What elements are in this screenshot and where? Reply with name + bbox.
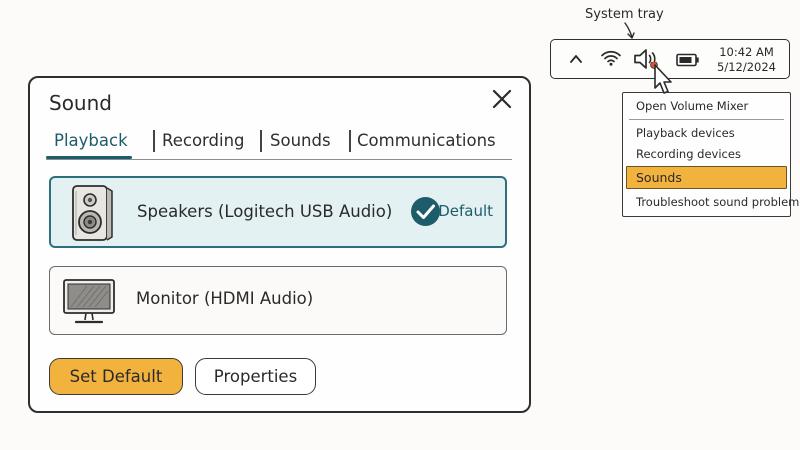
tab-playback[interactable]: Playback	[54, 131, 128, 150]
default-badge: Default	[403, 196, 493, 228]
device-speakers[interactable]: Speakers (Logitech USB Audio) Default	[49, 176, 507, 248]
mouse-cursor-icon	[650, 62, 672, 94]
menu-item-recording-devices[interactable]: Recording devices	[636, 147, 741, 161]
wifi-icon	[601, 50, 621, 66]
clock-date: 5/12/2024	[717, 60, 776, 74]
tab-recording[interactable]: Recording	[162, 131, 245, 150]
tab-divider	[153, 130, 155, 152]
menu-separator	[629, 119, 784, 120]
checkmark-icon	[411, 197, 440, 226]
tab-communications[interactable]: Communications	[357, 131, 496, 150]
tab-divider	[260, 130, 262, 152]
speaker-icon	[72, 185, 113, 241]
network-button[interactable]	[600, 49, 622, 71]
clock[interactable]: 10:42 AM 5/12/2024	[717, 45, 776, 75]
device-name-speakers: Speakers (Logitech USB Audio)	[137, 202, 393, 221]
device-name-monitor: Monitor (HDMI Audio)	[136, 289, 314, 308]
menu-item-open-volume-mixer[interactable]: Open Volume Mixer	[636, 99, 748, 113]
clock-time: 10:42 AM	[719, 45, 774, 59]
caption-arrow-icon	[624, 22, 635, 39]
volume-context-menu: Open Volume Mixer Playback devices Recor…	[622, 92, 800, 217]
properties-button[interactable]: Properties	[195, 358, 316, 395]
chevron-up-icon	[570, 55, 582, 63]
system-tray-caption: System tray	[585, 7, 664, 22]
tab-sounds[interactable]: Sounds	[270, 131, 331, 150]
menu-item-sounds[interactable]: Sounds	[636, 170, 682, 185]
active-tab-indicator	[46, 156, 132, 159]
device-monitor[interactable]: Monitor (HDMI Audio)	[49, 266, 507, 335]
monitor-icon	[63, 279, 115, 324]
close-icon	[492, 89, 512, 109]
default-label: Default	[438, 202, 493, 220]
show-hidden-icons-button[interactable]	[569, 51, 583, 70]
battery-button[interactable]	[676, 52, 700, 71]
sound-dialog: Sound Playback Recording Sounds Communic…	[28, 76, 531, 413]
set-default-button[interactable]: Set Default	[49, 358, 183, 395]
tab-bar: Playback Recording Sounds Communications	[46, 128, 512, 160]
menu-item-playback-devices[interactable]: Playback devices	[636, 126, 735, 140]
battery-icon	[676, 53, 699, 67]
dialog-title: Sound	[49, 91, 112, 115]
tab-divider	[349, 130, 351, 152]
menu-item-troubleshoot[interactable]: Troubleshoot sound problems	[636, 195, 800, 209]
close-button[interactable]	[491, 88, 513, 110]
